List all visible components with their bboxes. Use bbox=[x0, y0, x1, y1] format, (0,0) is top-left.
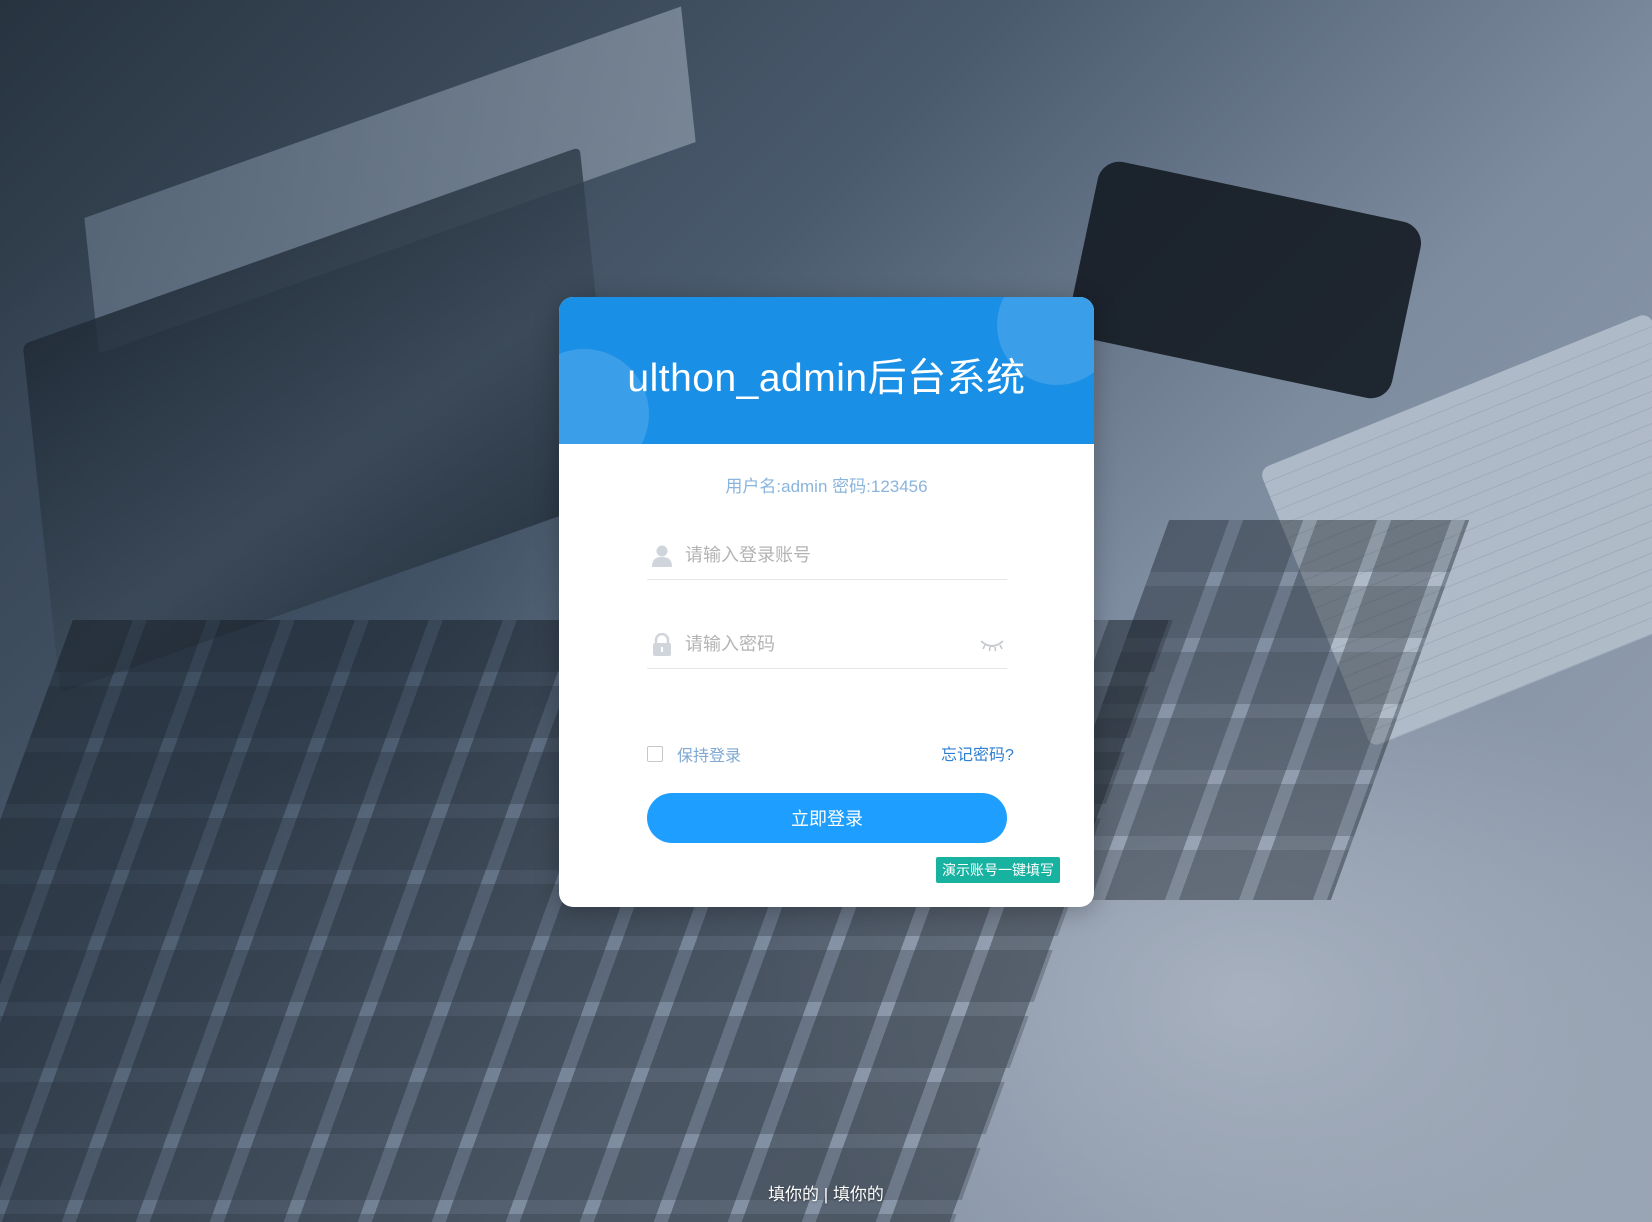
footer-separator: | bbox=[819, 1185, 833, 1204]
remember-me: 保持登录 bbox=[647, 742, 741, 766]
password-input[interactable] bbox=[685, 629, 970, 659]
login-card: ulthon_admin后台系统 用户名:admin 密码:123456 请输入… bbox=[559, 297, 1094, 907]
login-button[interactable]: 立即登录 bbox=[647, 793, 1007, 843]
demo-credentials-hint: 用户名:admin 密码:123456 bbox=[725, 477, 928, 496]
demo-fill-button[interactable]: 演示账号一键填写 bbox=[936, 857, 1060, 883]
user-icon bbox=[651, 544, 673, 568]
login-card-header: ulthon_admin后台系统 bbox=[559, 297, 1094, 444]
password-field bbox=[647, 619, 1007, 669]
remember-me-checkbox[interactable] bbox=[647, 746, 663, 762]
eye-closed-icon[interactable] bbox=[977, 633, 1007, 655]
username-field bbox=[647, 530, 1007, 580]
forgot-password-link[interactable]: 忘记密码? bbox=[941, 741, 1014, 765]
footer: 填你的 | 填你的 bbox=[0, 1180, 1652, 1205]
footer-link[interactable]: 填你的 bbox=[833, 1185, 884, 1204]
lock-icon bbox=[651, 632, 673, 657]
page-title: ulthon_admin后台系统 bbox=[627, 357, 1026, 400]
remember-me-label[interactable]: 保持登录 bbox=[677, 742, 741, 766]
username-input[interactable] bbox=[685, 540, 970, 570]
footer-text: 填你的 bbox=[768, 1185, 820, 1204]
